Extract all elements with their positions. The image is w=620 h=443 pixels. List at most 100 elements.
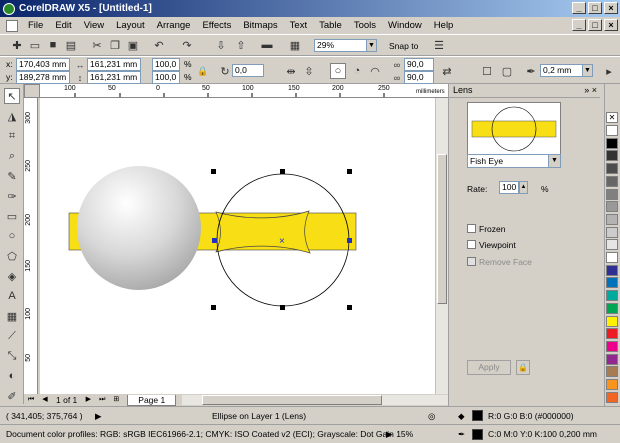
document-icon[interactable] [6, 19, 18, 32]
copy-icon[interactable]: ❐ [108, 38, 122, 52]
crop-tool-icon[interactable]: ⌗ [4, 128, 20, 144]
menu-text[interactable]: Text [284, 20, 313, 31]
status-arrow[interactable]: ▶ [95, 411, 102, 422]
color-swatch[interactable] [606, 137, 618, 149]
horizontal-scrollbar[interactable] [182, 395, 448, 405]
outline-width-dropdown[interactable]: ▼ [582, 64, 593, 77]
basic-shapes-tool-icon[interactable]: ◈ [4, 268, 20, 284]
doc-restore-button[interactable]: □ [588, 19, 602, 31]
color-swatch[interactable] [606, 175, 618, 187]
new-document-icon[interactable]: ✚ [10, 38, 24, 52]
rectangle-tool-icon[interactable]: ▭ [4, 208, 20, 224]
maximize-button[interactable]: □ [588, 2, 602, 14]
lock-icon[interactable]: 🔒 [516, 360, 530, 375]
no-color-swatch[interactable]: ✕ [606, 112, 618, 123]
wrap-text-icon[interactable]: ☐ [480, 64, 494, 78]
docker-close-icon[interactable]: » × [584, 84, 597, 97]
gray-sphere[interactable] [77, 166, 201, 290]
paste-icon[interactable]: ▣ [126, 38, 140, 52]
color-swatch[interactable] [606, 188, 618, 200]
viewpoint-checkbox[interactable] [467, 240, 476, 249]
scale-x-input[interactable]: 100,0 [152, 58, 180, 71]
horizontal-scroll-thumb[interactable] [202, 395, 383, 405]
outline-color-swatch[interactable] [472, 429, 483, 440]
color-swatch[interactable] [606, 213, 618, 225]
application-launcher-icon[interactable]: ▬ [260, 38, 274, 52]
mirror-vertical-icon[interactable]: ⇳ [302, 64, 316, 78]
print-icon[interactable]: ▤ [64, 38, 78, 52]
last-page-button[interactable]: ⏭ [97, 395, 107, 405]
width-input[interactable]: 161,231 mm [87, 58, 141, 71]
next-page-button[interactable]: ▶ [83, 395, 93, 405]
export-icon[interactable]: ⇧ [234, 38, 248, 52]
mirror-horizontal-icon[interactable]: ⇹ [284, 64, 298, 78]
rotation-angle-input[interactable]: 0,0 [232, 64, 264, 77]
more-options-icon[interactable]: ▸ [602, 64, 616, 78]
color-swatch[interactable] [606, 252, 618, 263]
open-icon[interactable]: ▭ [28, 38, 42, 52]
pick-tool-icon[interactable]: ↖ [4, 88, 20, 104]
dimension-tool-icon[interactable]: ⟋ [4, 328, 20, 344]
menu-effects[interactable]: Effects [196, 20, 237, 31]
color-swatch[interactable] [606, 340, 618, 352]
shape-tool-icon[interactable]: ◮ [4, 108, 20, 124]
undo-icon[interactable]: ↶ [152, 38, 166, 52]
zoom-dropdown-arrow[interactable]: ▼ [366, 39, 377, 52]
freehand-tool-icon[interactable]: ✎ [4, 168, 20, 184]
rate-spinner[interactable]: ▲ [519, 181, 528, 194]
vertical-scrollbar[interactable] [435, 98, 448, 394]
y-position-input[interactable]: 189,278 mm [16, 71, 70, 84]
coreldraw-app-icon[interactable] [3, 2, 15, 15]
lock-ratio-icon[interactable]: 🔒 [196, 64, 210, 78]
fill-color-swatch[interactable] [472, 410, 483, 421]
remove-face-checkbox[interactable] [467, 257, 476, 266]
prev-page-button[interactable]: ◀ [40, 395, 50, 405]
text-tool-icon[interactable]: A [4, 288, 20, 304]
blend-tool-icon[interactable]: ◐ [4, 368, 20, 384]
color-swatch[interactable] [606, 290, 618, 302]
menu-edit[interactable]: Edit [49, 20, 77, 31]
x-position-input[interactable]: 170,403 mm [16, 58, 70, 71]
arc-mode-icon[interactable]: ◠ [368, 64, 382, 78]
profiles-arrow[interactable]: ▶ [386, 429, 393, 440]
menu-table[interactable]: Table [313, 20, 348, 31]
direction-icon[interactable]: ⇄ [440, 64, 454, 78]
color-swatch[interactable] [606, 353, 618, 365]
rate-input[interactable]: 100 [499, 181, 519, 194]
eyedropper-tool-icon[interactable]: ✐ [4, 388, 20, 404]
add-page-button[interactable]: ⊞ [111, 395, 121, 405]
menu-arrange[interactable]: Arrange [151, 20, 197, 31]
color-swatch[interactable] [606, 150, 618, 162]
options-icon[interactable]: ☰ [432, 38, 446, 52]
scale-y-input[interactable]: 100,0 [152, 71, 180, 84]
color-swatch[interactable] [606, 277, 618, 289]
table-tool-icon[interactable]: ▦ [4, 308, 20, 324]
color-swatch[interactable] [606, 391, 618, 403]
vertical-ruler[interactable]: 300 250 200 150 100 50 [24, 98, 38, 394]
cut-icon[interactable]: ✂ [90, 38, 104, 52]
snap-to-button[interactable]: Snap to [389, 41, 418, 51]
apply-button[interactable]: Apply [467, 360, 511, 375]
ellipse-tool-icon[interactable]: ○ [4, 228, 20, 244]
color-swatch[interactable] [606, 366, 618, 378]
ruler-origin[interactable] [24, 84, 40, 98]
snapshot-icon[interactable]: ◎ [428, 411, 435, 422]
end-angle-input[interactable]: 90,0 [404, 71, 434, 84]
vertical-scroll-thumb[interactable] [437, 154, 447, 304]
lens-type-dropdown-arrow[interactable]: ▼ [548, 155, 560, 167]
menu-help[interactable]: Help [428, 20, 460, 31]
menu-file[interactable]: File [22, 20, 49, 31]
color-swatch[interactable] [606, 302, 618, 314]
doc-close-button[interactable]: × [604, 19, 618, 31]
canvas-drawing[interactable]: × [40, 98, 435, 394]
height-input[interactable]: 161,231 mm [87, 71, 141, 84]
save-icon[interactable]: ■ [46, 38, 60, 52]
first-page-button[interactable]: ⏮ [26, 395, 36, 405]
doc-minimize-button[interactable]: _ [572, 19, 586, 31]
frozen-checkbox[interactable] [467, 224, 476, 233]
polygon-tool-icon[interactable]: ⬠ [4, 248, 20, 264]
minimize-button[interactable]: _ [572, 2, 586, 14]
connector-tool-icon[interactable]: ⤡ [4, 348, 20, 364]
color-swatch[interactable] [606, 226, 618, 238]
page-tab[interactable]: Page 1 [127, 394, 177, 406]
